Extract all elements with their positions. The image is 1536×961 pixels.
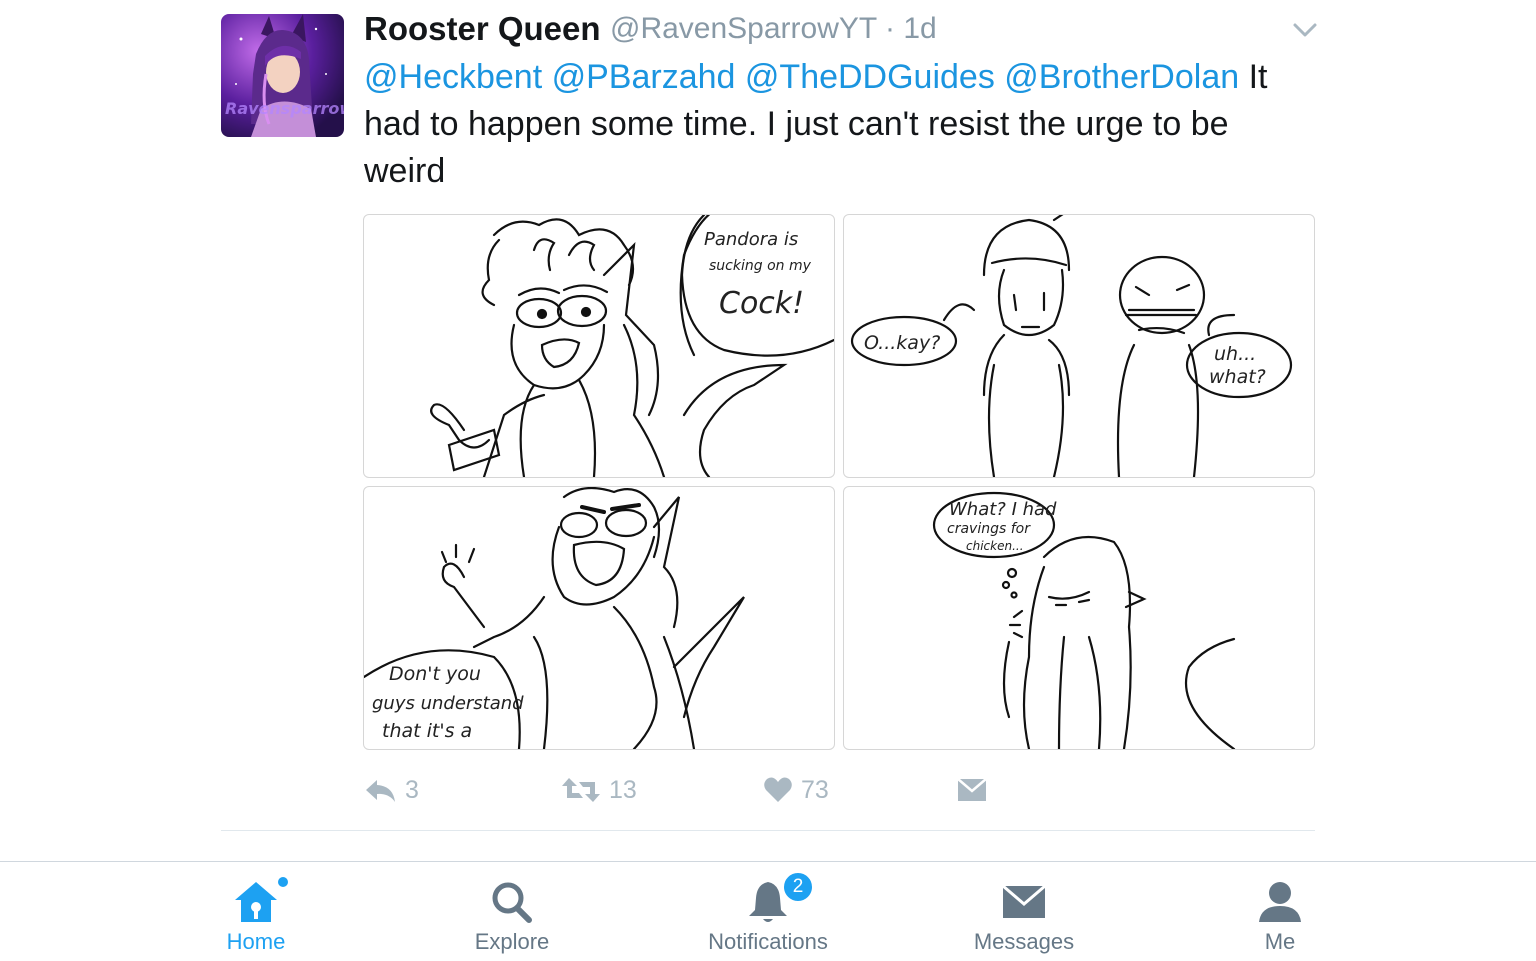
like-count: 73 (801, 775, 829, 804)
media-grid: Pandora is sucking on my Cock! O...kay? … (363, 214, 1315, 750)
new-content-dot (278, 877, 288, 887)
comic-panel-2: O...kay? uh... what? (850, 215, 1293, 477)
author-handle[interactable]: @RavenSparrowYT (610, 12, 877, 45)
time-separator: · (876, 12, 904, 45)
tab-explore[interactable]: Explore (402, 862, 622, 961)
reply-button[interactable]: 3 (363, 770, 419, 810)
tab-label: Notifications (708, 929, 828, 954)
home-icon (235, 882, 277, 922)
mention-link[interactable]: @PBarzahd (552, 58, 736, 96)
tweet[interactable]: Ravensparrow Rooster Queen @RavenSparrow… (0, 0, 1536, 860)
svg-text:Ravensparrow: Ravensparrow (225, 99, 344, 118)
reply-icon (366, 780, 395, 802)
envelope-icon (1002, 884, 1046, 918)
media-image-4[interactable]: What? I had cravings for chicken... (843, 486, 1315, 750)
comic-caption: chicken... (966, 539, 1024, 553)
retweet-count: 13 (609, 775, 637, 804)
comic-caption: uh... (1214, 343, 1256, 365)
mention-link[interactable]: @BrotherDolan (1004, 58, 1239, 96)
heart-icon (764, 777, 792, 802)
tab-label: Messages (973, 929, 1075, 954)
media-image-2[interactable]: O...kay? uh... what? (843, 214, 1315, 478)
mention-link[interactable]: @Heckbent (364, 58, 542, 96)
comic-caption: what? (1209, 366, 1266, 388)
tweet-actions: 3 13 73 (363, 770, 1313, 810)
tweet-text: @Heckbent @PBarzahd @TheDDGuides @Brothe… (364, 54, 1314, 195)
tab-notifications[interactable]: 2 Notifications (658, 862, 878, 961)
tab-messages[interactable]: Messages (914, 862, 1134, 961)
retweet-icon (562, 778, 600, 802)
comic-caption: Don't you (389, 663, 481, 685)
mention-link[interactable]: @TheDDGuides (745, 58, 995, 96)
reply-count: 3 (405, 775, 419, 804)
direct-message-button[interactable] (957, 770, 987, 810)
comic-caption: O...kay? (864, 332, 940, 354)
tab-label: Me (1264, 929, 1296, 954)
comic-caption: Cock! (719, 286, 804, 321)
handle-line: @RavenSparrowYT · 1d (610, 12, 937, 46)
search-icon (492, 882, 532, 923)
avatar[interactable]: Ravensparrow (221, 14, 344, 137)
tab-label: Home (226, 929, 286, 954)
comic-caption: What? I had (949, 499, 1057, 520)
envelope-icon (957, 778, 987, 801)
avatar-image: Ravensparrow (225, 14, 344, 137)
comic-caption: sucking on my (709, 258, 812, 274)
divider (221, 830, 1315, 831)
tab-me[interactable]: Me (1170, 862, 1390, 961)
comic-caption: Pandora is (704, 229, 798, 250)
media-image-3[interactable]: Don't you guys understand that it's a (363, 486, 835, 750)
comic-panel-3: Don't you guys understand that it's a (364, 487, 745, 749)
retweet-button[interactable]: 13 (561, 770, 637, 810)
media-image-1[interactable]: Pandora is sucking on my Cock! (363, 214, 835, 478)
tweet-time[interactable]: 1d (903, 12, 936, 45)
comic-caption: cravings for (947, 521, 1031, 537)
like-button[interactable]: 73 (763, 770, 829, 810)
notifications-badge: 2 (782, 871, 814, 903)
comic-caption: guys understand (372, 693, 524, 714)
tab-home[interactable]: Home (146, 862, 366, 961)
author-name[interactable]: Rooster Queen (364, 10, 601, 48)
person-icon (1259, 882, 1301, 922)
comic-panel-4: What? I had cravings for chicken... (932, 491, 1236, 749)
tab-label: Explore (474, 929, 550, 954)
comic-panel-1: Pandora is sucking on my Cock! (430, 215, 834, 477)
bottom-tab-bar: Home Explore 2 Notifications Messages Me (0, 861, 1536, 961)
chevron-down-icon[interactable] (1292, 20, 1318, 40)
comic-caption: that it's a (382, 720, 472, 742)
